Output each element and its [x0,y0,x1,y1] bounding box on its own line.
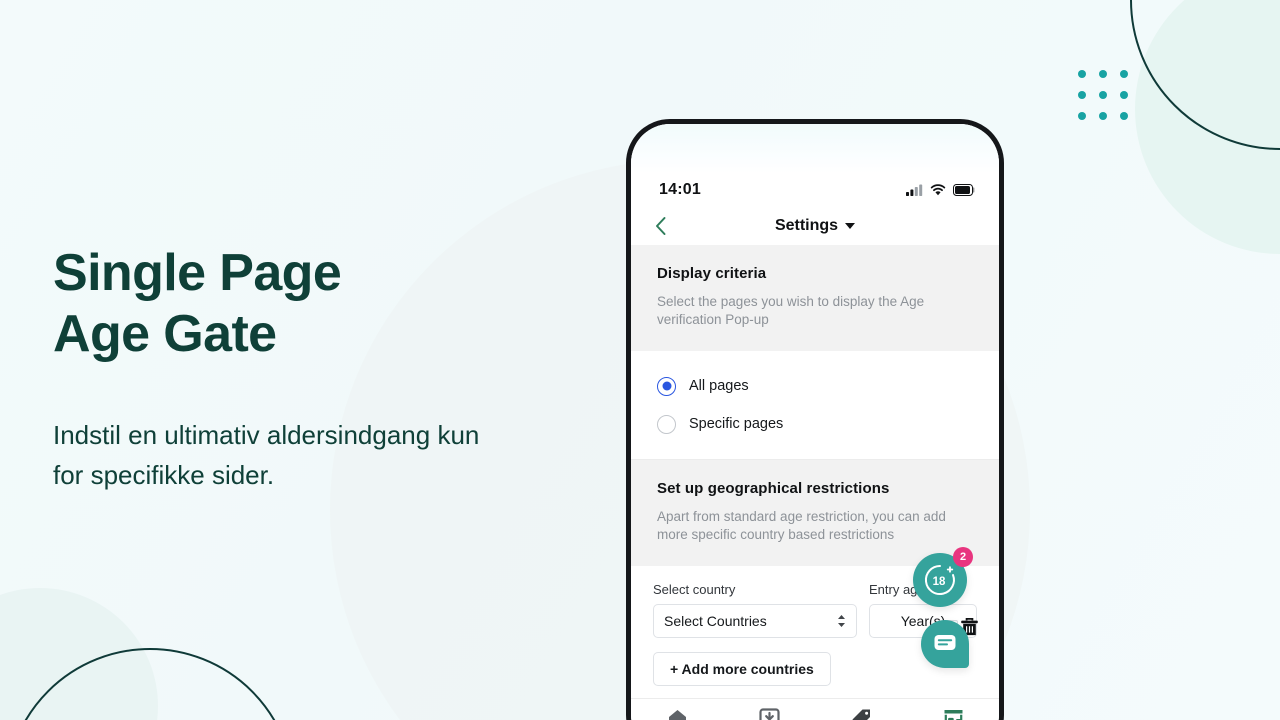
cellular-signal-icon [906,184,923,196]
country-field-group: Select country Select Countries [653,582,857,638]
subcopy-line-1: Indstil en ultimativ aldersindgang kun [53,420,480,450]
age-verification-widget[interactable]: 18 2 [913,547,973,607]
storefront-icon [944,710,962,720]
chat-widget-button[interactable] [921,620,969,668]
bottom-tab-bar: Home Orders Products [631,698,999,720]
battery-icon [953,184,975,196]
chevron-left-icon [655,217,665,235]
caret-down-icon [845,223,856,229]
headline-line-2: Age Gate [53,305,277,363]
radio-option-all-pages[interactable]: All pages [657,367,973,405]
tab-home[interactable]: Home [631,708,723,720]
add-more-countries-button[interactable]: + Add more countries [653,652,831,686]
display-criteria-header: Display criteria Select the pages you wi… [631,245,999,351]
wifi-icon [930,184,946,196]
geo-restrictions-header: Set up geographical restrictions Apart f… [631,459,999,566]
headline-line-1: Single Page [53,244,342,302]
phone-top-cap [631,124,999,173]
age-verification-icon: 18 [924,564,955,595]
orders-inbox-icon [758,708,780,720]
chat-bubble-icon [934,635,956,650]
display-criteria-title: Display criteria [657,265,767,282]
navigation-bar: Settings [631,207,999,245]
status-bar-icons [906,184,975,196]
select-updown-icon [837,614,846,628]
radio-specific-pages-icon[interactable] [657,414,676,434]
display-criteria-description: Select the pages you wish to display the… [657,294,925,327]
back-button[interactable] [649,215,671,237]
page-title: Single Page Age Gate [53,243,623,365]
display-criteria-options: All pages Specific pages [631,351,999,459]
radio-all-pages-icon[interactable] [657,376,676,396]
radio-all-pages-label: All pages [689,378,749,394]
country-select[interactable]: Select Countries [653,604,857,638]
geo-restrictions-description: Apart from standard age restriction, you… [657,509,946,542]
add-more-countries-label: + Add more countries [670,661,814,677]
tab-store[interactable]: Store [907,708,999,720]
country-field-label: Select country [653,582,736,597]
tab-orders[interactable]: Orders [723,708,815,720]
page-subtitle: Indstil en ultimativ aldersindgang kun f… [53,415,623,495]
notification-badge: 2 [953,547,973,567]
navigation-title-label: Settings [774,217,839,234]
svg-text:18: 18 [933,576,946,588]
radio-option-specific-pages[interactable]: Specific pages [657,405,973,443]
dot-grid-decoration [1078,70,1128,120]
tab-products[interactable]: Products [815,708,907,720]
status-bar-clock: 14:01 [659,181,701,198]
geo-restrictions-title: Set up geographical restrictions [657,480,890,497]
home-icon [668,710,686,720]
subcopy-line-2: for specifikke sider. [53,460,275,490]
tag-icon [852,709,870,720]
navigation-title[interactable]: Settings [631,217,999,235]
radio-specific-pages-label: Specific pages [689,416,784,432]
status-bar: 14:01 [631,173,999,207]
marketing-copy: Single Page Age Gate Indstil en ultimati… [53,243,623,495]
country-select-value: Select Countries [664,613,767,629]
